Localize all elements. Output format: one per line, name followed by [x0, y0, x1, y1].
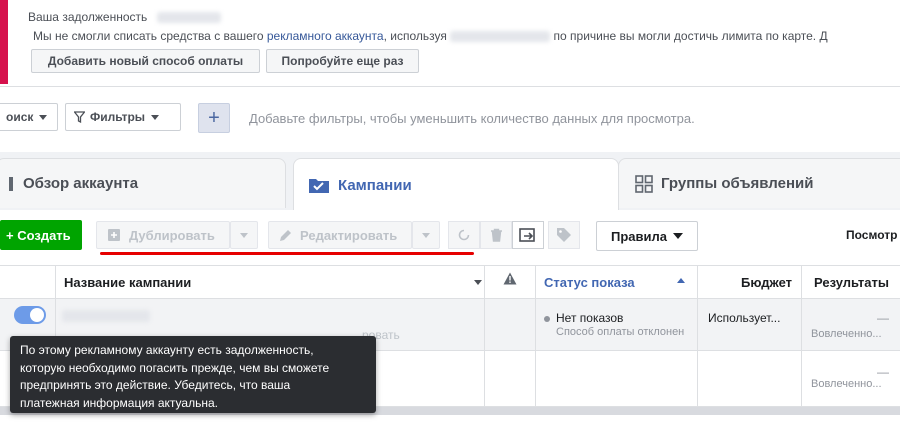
results-value: —: [877, 311, 889, 325]
table-footer: [0, 415, 900, 434]
banner-accent-bar: [0, 0, 8, 84]
results-type: Вовлеченно...: [811, 328, 882, 340]
export-icon: [519, 227, 537, 243]
status-dot-icon: [544, 315, 550, 322]
column-results[interactable]: Результаты: [814, 275, 889, 290]
debt-tooltip: По этому рекламному аккаунту есть задолж…: [10, 336, 376, 413]
edit-button[interactable]: Редактировать: [268, 221, 412, 249]
column-divider: [697, 265, 698, 407]
column-menu-chevron-icon[interactable]: [474, 280, 482, 285]
ad-account-link[interactable]: рекламного аккаунта: [267, 29, 384, 43]
folder-icon: [308, 176, 330, 194]
tag-icon: [556, 227, 572, 243]
duplicate-icon: [107, 228, 121, 242]
results-type: Вовлеченно...: [811, 378, 882, 390]
create-button[interactable]: + Создать: [0, 220, 82, 250]
search-dropdown[interactable]: оиск: [0, 103, 58, 131]
warning-icon: [503, 272, 517, 290]
column-campaign-name[interactable]: Название кампании: [64, 275, 191, 290]
duplicate-button[interactable]: Дублировать: [96, 221, 230, 249]
campaign-toggle[interactable]: [14, 306, 46, 324]
export-button[interactable]: [512, 221, 544, 249]
banner-title: Ваша задолженность: [28, 10, 221, 24]
redacted-amount: [156, 12, 221, 24]
banner-message: Мы не смогли списать средства с вашего р…: [33, 29, 828, 43]
redacted-card: [450, 31, 551, 43]
tab-account-overview[interactable]: Обзор аккаунта: [0, 158, 286, 208]
column-divider: [484, 265, 485, 407]
chevron-down-icon: [422, 232, 430, 238]
duplicate-dropdown[interactable]: [230, 221, 258, 249]
redacted-campaign-name: [62, 310, 150, 322]
rules-dropdown[interactable]: Правила: [596, 221, 698, 251]
trash-icon: [490, 228, 503, 242]
delete-button[interactable]: [480, 221, 512, 249]
filters-dropdown[interactable]: Фильтры: [65, 103, 181, 131]
retry-button[interactable]: Попробуйте еще раз: [266, 49, 419, 73]
column-divider: [535, 265, 536, 407]
funnel-icon: [74, 111, 85, 123]
pencil-icon: [279, 229, 292, 242]
tag-button[interactable]: [548, 221, 580, 249]
results-value: —: [877, 365, 889, 379]
filter-hint[interactable]: Добавьте фильтры, чтобы уменьшить количе…: [249, 111, 695, 126]
caret-down-icon: [673, 233, 683, 239]
red-annotation-underline: [100, 252, 474, 255]
refresh-icon: [457, 228, 471, 242]
chevron-down-icon: [240, 232, 248, 238]
budget-value: Использует...: [708, 311, 781, 325]
banner-divider: [0, 86, 900, 87]
view-setup-link[interactable]: Посмотр: [846, 228, 897, 242]
add-payment-method-button[interactable]: Добавить новый способ оплаты: [31, 49, 260, 73]
tab-campaigns[interactable]: Кампании: [293, 158, 619, 211]
overview-icon: [9, 175, 15, 193]
refresh-button[interactable]: [448, 221, 480, 249]
add-filter-button[interactable]: +: [198, 103, 230, 133]
chevron-down-icon: [151, 114, 160, 120]
column-divider: [801, 265, 802, 407]
tab-ad-sets[interactable]: Группы объявлений: [618, 158, 900, 208]
chevron-down-icon: [39, 114, 48, 120]
grid-icon: [635, 174, 653, 193]
column-budget[interactable]: Бюджет: [741, 275, 792, 290]
debt-banner: Ваша задолженность Мы не смогли списать …: [0, 0, 900, 84]
sort-ascending-icon: [677, 278, 685, 283]
delivery-status-detail: Способ оплаты отклонен: [556, 326, 685, 338]
delivery-status: Нет показов: [544, 311, 623, 325]
edit-dropdown[interactable]: [412, 221, 440, 249]
column-delivery-status[interactable]: Статус показа: [544, 275, 635, 290]
